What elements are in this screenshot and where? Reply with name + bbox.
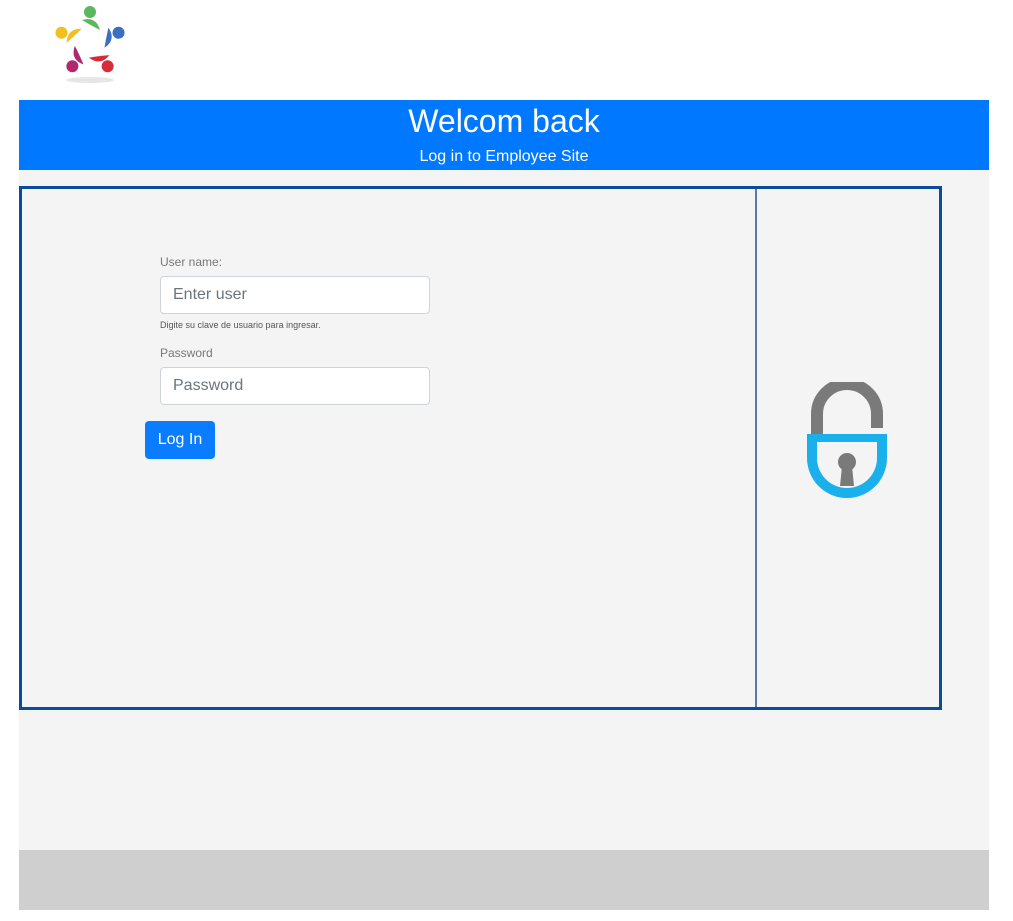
page-subtitle: Log in to Employee Site bbox=[419, 148, 589, 165]
team-circle-logo-icon bbox=[42, 2, 138, 88]
username-help-text: Digite su clave de usuario para ingresar… bbox=[160, 320, 321, 330]
page-title: Welcom back bbox=[408, 103, 600, 139]
login-panel: User name: Digite su clave de usuario pa… bbox=[19, 186, 942, 710]
panel-divider bbox=[755, 189, 757, 707]
footer bbox=[19, 850, 989, 910]
password-label: Password bbox=[160, 346, 213, 360]
username-input[interactable] bbox=[160, 276, 430, 314]
username-label: User name: bbox=[160, 255, 223, 269]
header-banner: Welcom back Log in to Employee Site bbox=[19, 100, 989, 170]
password-input[interactable] bbox=[160, 367, 430, 405]
open-padlock-icon bbox=[801, 378, 893, 504]
login-button[interactable]: Log In bbox=[145, 421, 215, 459]
